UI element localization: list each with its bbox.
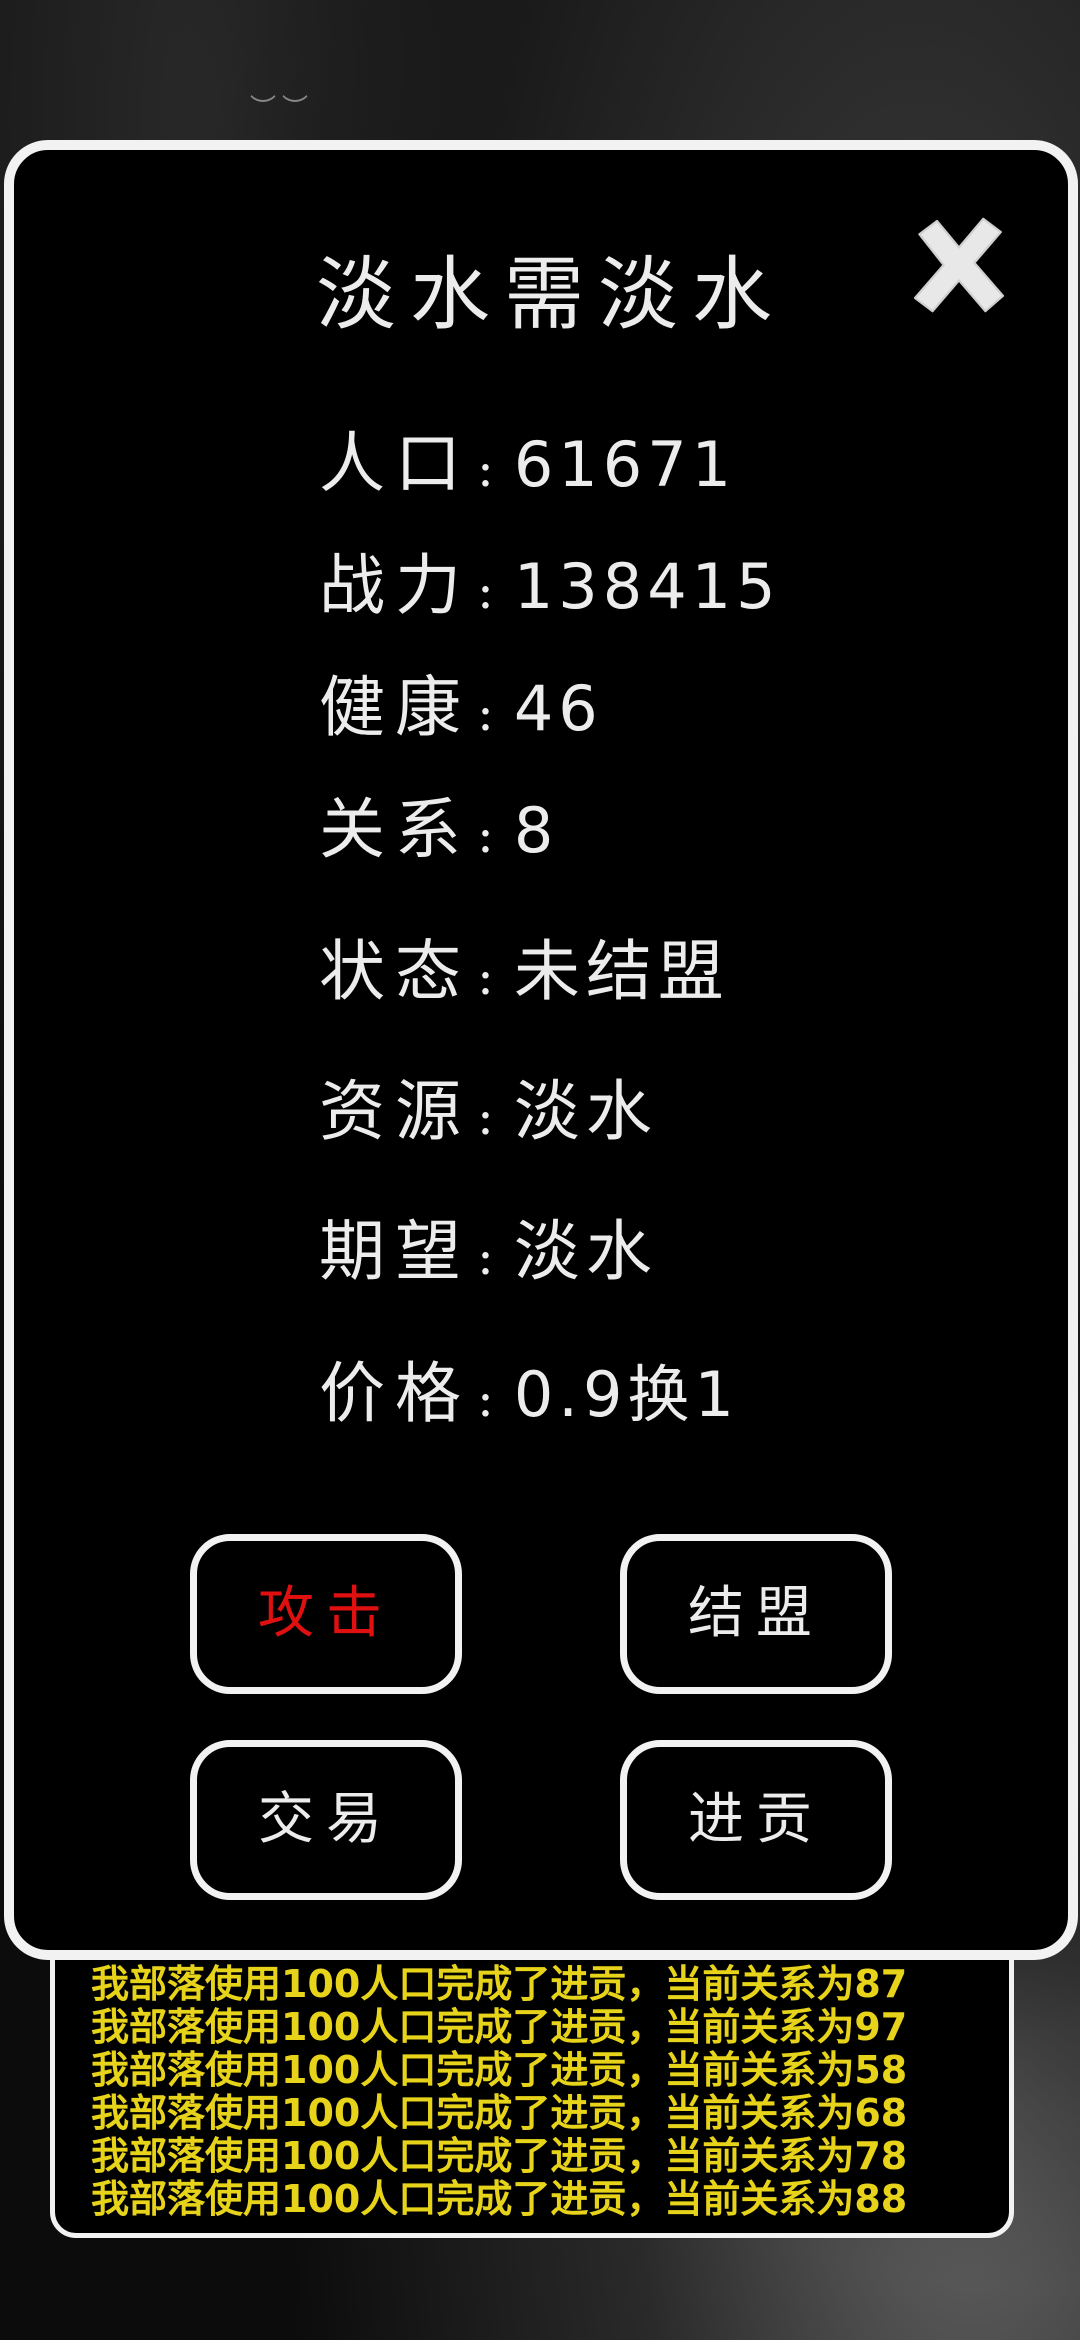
info-colon: : [477, 684, 494, 742]
log-line: 我部落使用100人口完成了进贡，当前关系为87 [91, 1962, 908, 2006]
info-label: 关系 [319, 791, 471, 868]
log-line: 我部落使用100人口完成了进贡，当前关系为68 [91, 2091, 908, 2135]
info-value-combat-power: 138415 [513, 550, 781, 623]
info-value-relation: 8 [513, 794, 559, 867]
trade-button[interactable]: 交易 [190, 1740, 462, 1900]
close-icon [913, 217, 1005, 313]
info-value-population: 61671 [513, 428, 737, 501]
info-value-health: 46 [513, 672, 603, 745]
attack-button[interactable]: 攻击 [190, 1534, 462, 1694]
info-value-resource: 淡水 [513, 1073, 658, 1150]
info-label: 健康 [319, 669, 471, 746]
info-colon: : [477, 1370, 494, 1428]
info-value-expectation: 淡水 [513, 1213, 658, 1290]
info-row-health: 健康:46 [319, 654, 603, 750]
info-colon: : [477, 562, 494, 620]
close-button[interactable] [904, 210, 1014, 320]
info-row-expectation: 期望: 淡水 [319, 1198, 658, 1294]
info-label: 状态 [319, 933, 471, 1010]
tribe-info-dialog: 淡水需淡水 人口:61671 战力:138415 健康:46 关系:8 状态: 未… [4, 140, 1078, 1960]
info-label: 战力 [319, 547, 471, 624]
info-colon: : [477, 948, 494, 1006]
info-colon: : [477, 806, 494, 864]
info-label: 人口 [319, 425, 471, 502]
info-colon: : [477, 1228, 494, 1286]
info-value-price: 0.9换1 [513, 1358, 739, 1431]
info-label: 价格 [319, 1355, 471, 1432]
alliance-button[interactable]: 结盟 [620, 1534, 892, 1694]
log-line: 我部落使用100人口完成了进贡，当前关系为78 [91, 2134, 908, 2178]
tribute-button[interactable]: 进贡 [620, 1740, 892, 1900]
log-line: 我部落使用100人口完成了进贡，当前关系为88 [91, 2177, 908, 2221]
message-log-panel[interactable]: 我部落使用100人口完成了进贡，当前关系为87 我部落使用100人口完成了进贡，… [50, 1930, 1014, 2238]
info-colon: : [477, 440, 494, 498]
info-row-resource: 资源: 淡水 [319, 1058, 658, 1154]
info-row-population: 人口:61671 [319, 410, 736, 506]
info-label: 期望 [319, 1213, 471, 1290]
info-label: 资源 [319, 1073, 471, 1150]
message-log-list: 我部落使用100人口完成了进贡，当前关系为87 我部落使用100人口完成了进贡，… [91, 1963, 907, 2221]
info-value-status: 未结盟 [513, 933, 730, 1010]
log-line: 我部落使用100人口完成了进贡，当前关系为58 [91, 2048, 908, 2092]
info-row-relation: 关系:8 [319, 776, 558, 872]
bird-decoration-icon: ︶︶ [250, 94, 315, 124]
info-row-combat-power: 战力:138415 [319, 532, 781, 628]
info-colon: : [477, 1088, 494, 1146]
info-row-price: 价格:0.9换1 [319, 1340, 739, 1436]
info-row-status: 状态: 未结盟 [319, 918, 730, 1014]
log-line: 我部落使用100人口完成了进贡，当前关系为97 [91, 2005, 908, 2049]
